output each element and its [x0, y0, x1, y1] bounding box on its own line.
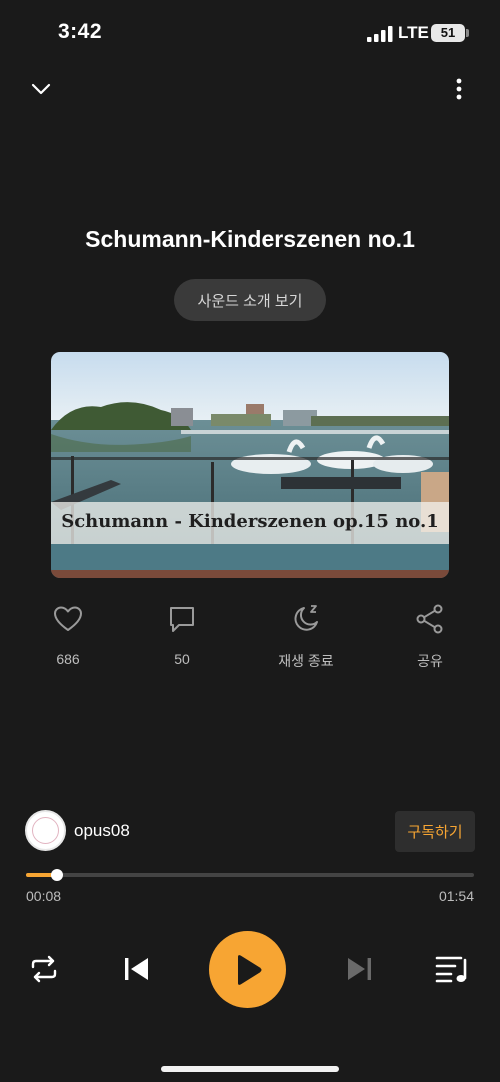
- play-button[interactable]: [209, 931, 286, 1008]
- chevron-down-icon: [31, 83, 51, 95]
- collapse-button[interactable]: [24, 74, 58, 104]
- share-label: 공유: [417, 653, 443, 669]
- battery-level: 51: [440, 25, 456, 40]
- share-icon: [416, 604, 443, 634]
- like-count: 686: [56, 651, 80, 667]
- play-icon: [237, 954, 261, 985]
- sleep-timer-label: 재생 종료: [278, 653, 334, 669]
- channel-row: opus08 구독하기: [25, 810, 475, 854]
- track-artwork: Schumann - Kinderszenen op.15 no.1: [51, 352, 449, 578]
- progress-bar[interactable]: [26, 868, 474, 882]
- playback-controls: [0, 930, 500, 1010]
- skip-previous-icon: [125, 958, 148, 980]
- progress-track: [26, 873, 474, 877]
- like-button[interactable]: 686: [23, 603, 113, 667]
- playlist-icon: [435, 956, 467, 983]
- network-type: LTE: [398, 23, 429, 42]
- channel-avatar[interactable]: [25, 810, 66, 851]
- avatar-logo: [32, 817, 59, 844]
- comment-button[interactable]: 50: [137, 603, 227, 667]
- progress-thumb[interactable]: [51, 869, 63, 881]
- more-options-button[interactable]: [444, 74, 474, 104]
- playlist-button[interactable]: [434, 952, 470, 986]
- status-bar: 3:42 LTE 51: [0, 0, 500, 60]
- home-indicator: [161, 1066, 339, 1072]
- action-row: 686 50 재생 종료 공유: [0, 603, 500, 673]
- skip-next-icon: [348, 958, 371, 980]
- signal-icon: [367, 26, 393, 42]
- moon-icon: [294, 605, 318, 631]
- elapsed-time: 00:08: [26, 888, 62, 904]
- share-button[interactable]: 공유: [385, 603, 475, 671]
- battery-nub: [466, 29, 469, 37]
- track-title: Schumann-Kinderszenen no.1: [85, 226, 415, 252]
- next-button[interactable]: [343, 952, 377, 986]
- repeat-icon: [31, 955, 57, 983]
- status-time: 3:42: [58, 20, 103, 43]
- more-vertical-icon: [456, 78, 462, 100]
- heart-icon: [54, 606, 82, 631]
- comment-count: 50: [174, 651, 190, 667]
- sound-intro-button[interactable]: 사운드 소개 보기: [174, 279, 326, 321]
- previous-button[interactable]: [119, 952, 153, 986]
- sleep-timer-button[interactable]: 재생 종료: [261, 603, 351, 671]
- artwork-caption: Schumann - Kinderszenen op.15 no.1: [61, 511, 439, 532]
- repeat-button[interactable]: [27, 952, 61, 986]
- artwork-image: [51, 352, 449, 578]
- battery-icon: 51: [431, 24, 465, 42]
- subscribe-button[interactable]: 구독하기: [395, 811, 475, 852]
- comment-icon: [170, 607, 194, 632]
- channel-name[interactable]: opus08: [74, 821, 130, 841]
- total-time: 01:54: [438, 888, 474, 904]
